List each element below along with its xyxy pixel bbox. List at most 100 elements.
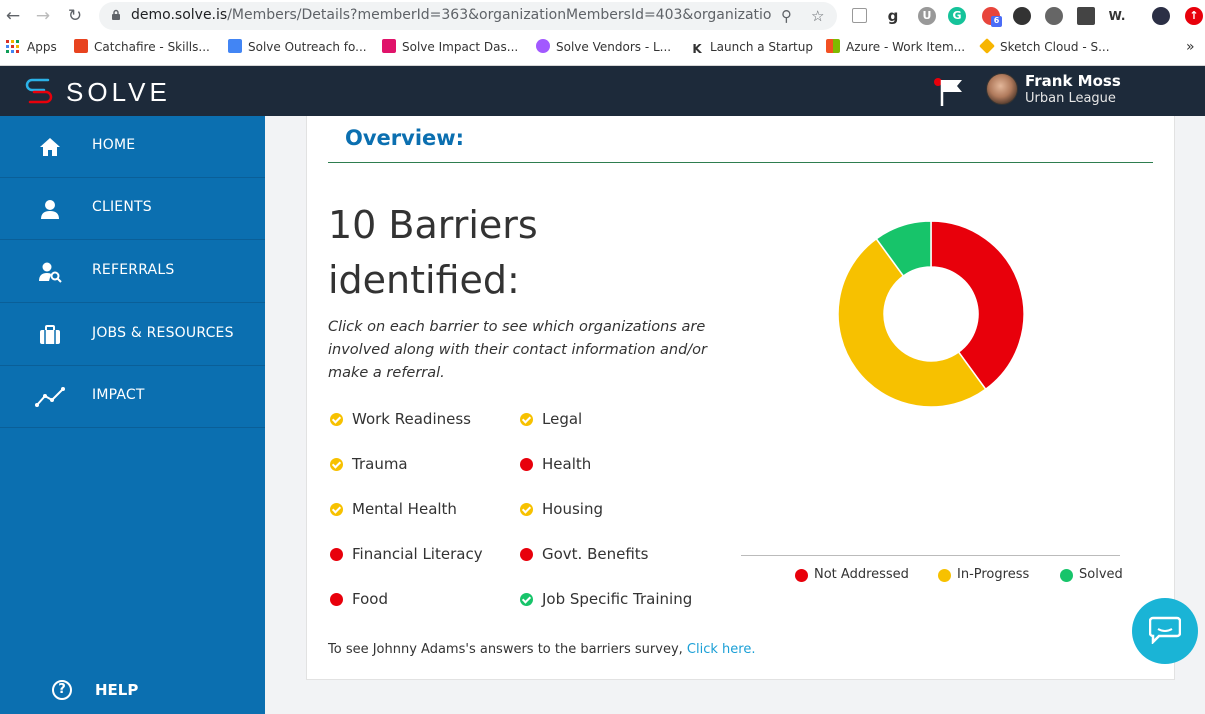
in-progress-check-icon <box>330 413 343 426</box>
sidebar-item-home[interactable]: HOME <box>0 116 265 178</box>
solved-check-icon <box>520 593 533 606</box>
grammarly-icon[interactable]: G <box>948 7 966 25</box>
legend-label: In-Progress <box>957 567 1030 582</box>
home-icon <box>40 138 60 156</box>
k-icon: K <box>690 42 704 56</box>
in-progress-check-icon <box>520 503 533 516</box>
user-organization: Urban League <box>1025 91 1116 106</box>
extension-u-icon[interactable]: U <box>918 7 936 25</box>
person-icon <box>41 200 59 219</box>
solve-logo-icon <box>25 78 53 104</box>
bookmark-solve-impact[interactable]: Solve Impact Das... <box>382 36 518 58</box>
extension-grid-icon[interactable] <box>852 8 867 23</box>
chat-bubble-icon <box>1149 616 1181 644</box>
extension-w-icon[interactable]: W. <box>1108 7 1126 25</box>
microsoft-icon <box>826 39 840 53</box>
reload-icon[interactable]: ↻ <box>64 5 86 27</box>
sidebar-item-impact[interactable]: IMPACT <box>0 366 265 428</box>
person-search-icon <box>39 262 62 283</box>
invision-icon <box>382 39 396 53</box>
chat-button[interactable] <box>1132 598 1198 664</box>
legend-label: Solved <box>1079 567 1123 582</box>
sidebar-item-label: HOME <box>92 137 136 153</box>
not-addressed-dot-icon <box>330 548 343 561</box>
zoom-icon[interactable]: ⚲ <box>781 7 792 25</box>
in-progress-check-icon <box>520 413 533 426</box>
legend-dot <box>938 569 951 582</box>
barrier-label: Mental Health <box>352 500 457 518</box>
star-icon[interactable]: ☆ <box>811 7 824 25</box>
barrier-label: Govt. Benefits <box>542 545 649 563</box>
trend-line-icon <box>35 387 65 407</box>
apps-grid-icon <box>6 40 19 53</box>
update-icon[interactable]: ↑ <box>1185 7 1203 25</box>
help-link[interactable]: HELP <box>95 681 138 699</box>
sidebar: HOME CLIENTS REFERRALS JOBS & RESOURCES … <box>0 116 265 714</box>
forward-arrow-icon[interactable]: → <box>32 5 54 27</box>
legend-dot <box>795 569 808 582</box>
bookmarks-bar: Apps Catchafire - Skills... Solve Outrea… <box>0 36 1205 60</box>
catchafire-icon <box>74 39 88 53</box>
bookmark-solve-vendors[interactable]: Solve Vendors - L... <box>536 36 671 58</box>
logo-text: SOLVE <box>66 77 171 107</box>
sidebar-item-label: REFERRALS <box>92 262 175 278</box>
barrier-label: Health <box>542 455 592 473</box>
back-arrow-icon[interactable]: ← <box>2 5 24 27</box>
barrier-label: Housing <box>542 500 603 518</box>
figma-icon <box>536 39 550 53</box>
barrier-label: Legal <box>542 410 583 428</box>
sidebar-item-label: IMPACT <box>92 387 145 403</box>
barriers-instructions: Click on each barrier to see which organ… <box>328 319 707 381</box>
sidebar-item-referrals[interactable]: REFERRALS <box>0 241 265 303</box>
extension-badge-count: 6 <box>991 16 1002 27</box>
user-avatar[interactable] <box>986 73 1018 105</box>
barrier-label: Food <box>352 590 388 608</box>
extension-badge-icon[interactable]: 6 <box>982 7 1002 27</box>
bookmark-apps[interactable]: Apps <box>6 36 57 58</box>
bookmark-solve-outreach[interactable]: Solve Outreach fo... <box>228 36 367 58</box>
not-addressed-dot-icon <box>520 458 533 471</box>
extension-circle-icon[interactable] <box>1013 7 1031 25</box>
barrier-label: Financial Literacy <box>352 545 483 563</box>
bookmark-azure[interactable]: Azure - Work Item... <box>826 36 965 58</box>
sidebar-item-jobs-resources[interactable]: JOBS & RESOURCES <box>0 304 265 366</box>
sidebar-item-clients[interactable]: CLIENTS <box>0 178 265 240</box>
not-addressed-dot-icon <box>330 593 343 606</box>
in-progress-check-icon <box>330 458 343 471</box>
extension-dot-icon[interactable] <box>1045 7 1063 25</box>
url-bar[interactable]: demo.solve.is/Members/Details?memberId=3… <box>99 2 837 30</box>
bookmark-sketch-cloud[interactable]: Sketch Cloud - S... <box>979 36 1110 58</box>
extension-g-icon[interactable]: g <box>884 7 902 25</box>
legend-label: Not Addressed <box>814 567 909 582</box>
bookmarks-overflow-icon[interactable]: » <box>1186 36 1195 58</box>
barrier-status-donut-chart <box>837 220 1025 408</box>
barrier-label: Work Readiness <box>352 410 471 428</box>
help-icon[interactable]: ? <box>52 680 72 700</box>
bookmark-catchafire[interactable]: Catchafire - Skills... <box>74 36 210 58</box>
address-row: ← → ↻ demo.solve.is/Members/Details?memb… <box>0 0 1205 32</box>
docs-icon <box>228 39 242 53</box>
section-title: Overview: <box>345 126 465 150</box>
survey-text: To see Johnny Adams's answers to the bar… <box>328 642 683 657</box>
barriers-headline-line2: identified: <box>328 258 520 302</box>
legend-dot <box>1060 569 1073 582</box>
in-progress-check-icon <box>330 503 343 516</box>
barrier-label: Job Specific Training <box>542 590 693 608</box>
barriers-headline-line1: 10 Barriers <box>328 203 538 247</box>
lock-icon <box>112 9 120 20</box>
solve-logo[interactable]: SOLVE <box>22 75 167 107</box>
bookmark-launch-startup[interactable]: K Launch a Startup <box>690 36 813 58</box>
survey-note: To see Johnny Adams's answers to the bar… <box>328 642 755 657</box>
browser-chrome: ← → ↻ demo.solve.is/Members/Details?memb… <box>0 0 1205 66</box>
sidebar-item-label: CLIENTS <box>92 199 152 215</box>
survey-link[interactable]: Click here. <box>687 642 756 657</box>
user-name[interactable]: Frank Moss <box>1025 72 1121 90</box>
barrier-label: Trauma <box>352 455 408 473</box>
not-addressed-dot-icon <box>520 548 533 561</box>
barriers-headline: 10 Barriers identified: <box>328 198 688 308</box>
app-header: SOLVE Frank Moss Urban League <box>0 66 1205 116</box>
flag-icon[interactable] <box>930 74 964 108</box>
sidebar-item-label: JOBS & RESOURCES <box>92 325 234 341</box>
profile-avatar-icon[interactable] <box>1152 7 1170 25</box>
extension-square-icon[interactable] <box>1077 7 1095 25</box>
